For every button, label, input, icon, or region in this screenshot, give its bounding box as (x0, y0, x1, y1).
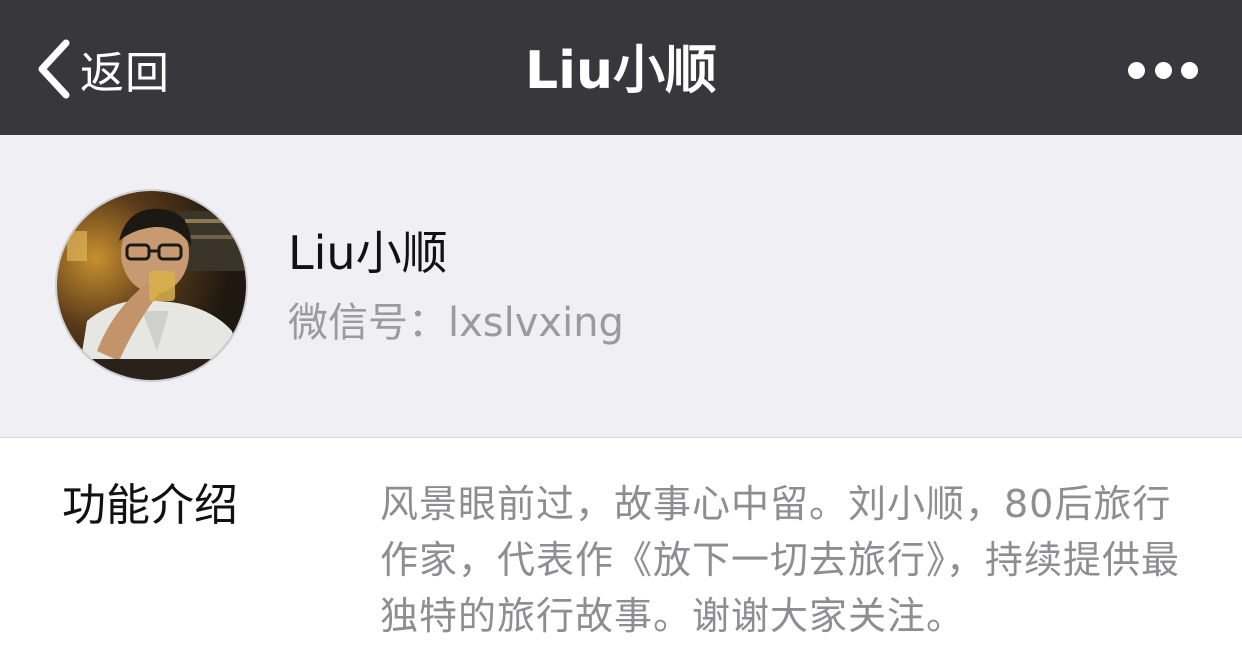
profile-header: Liu小顺 微信号：lxslvxing (0, 135, 1242, 438)
more-horizontal-icon (1154, 61, 1172, 79)
more-horizontal-icon (1181, 61, 1198, 79)
wechat-id: 微信号：lxslvxing (288, 300, 624, 346)
avatar[interactable] (55, 189, 248, 382)
more-options-button[interactable] (1128, 50, 1198, 90)
intro-text: 风景眼前过，故事心中留。刘小顺，80后旅行作家，代表作《放下一切去旅行》，持续提… (380, 482, 1181, 638)
more-horizontal-icon (1128, 61, 1145, 79)
intro-label: 功能介绍 (62, 480, 238, 531)
intro-section: 功能介绍 风景眼前过，故事心中留。刘小顺，80后旅行作家，代表作《放下一切去旅行… (0, 438, 1242, 661)
page-title: Liu小顺 (525, 41, 717, 101)
profile-name: Liu小顺 (288, 226, 448, 280)
navigation-bar: 返回 Liu小顺 (0, 0, 1242, 135)
